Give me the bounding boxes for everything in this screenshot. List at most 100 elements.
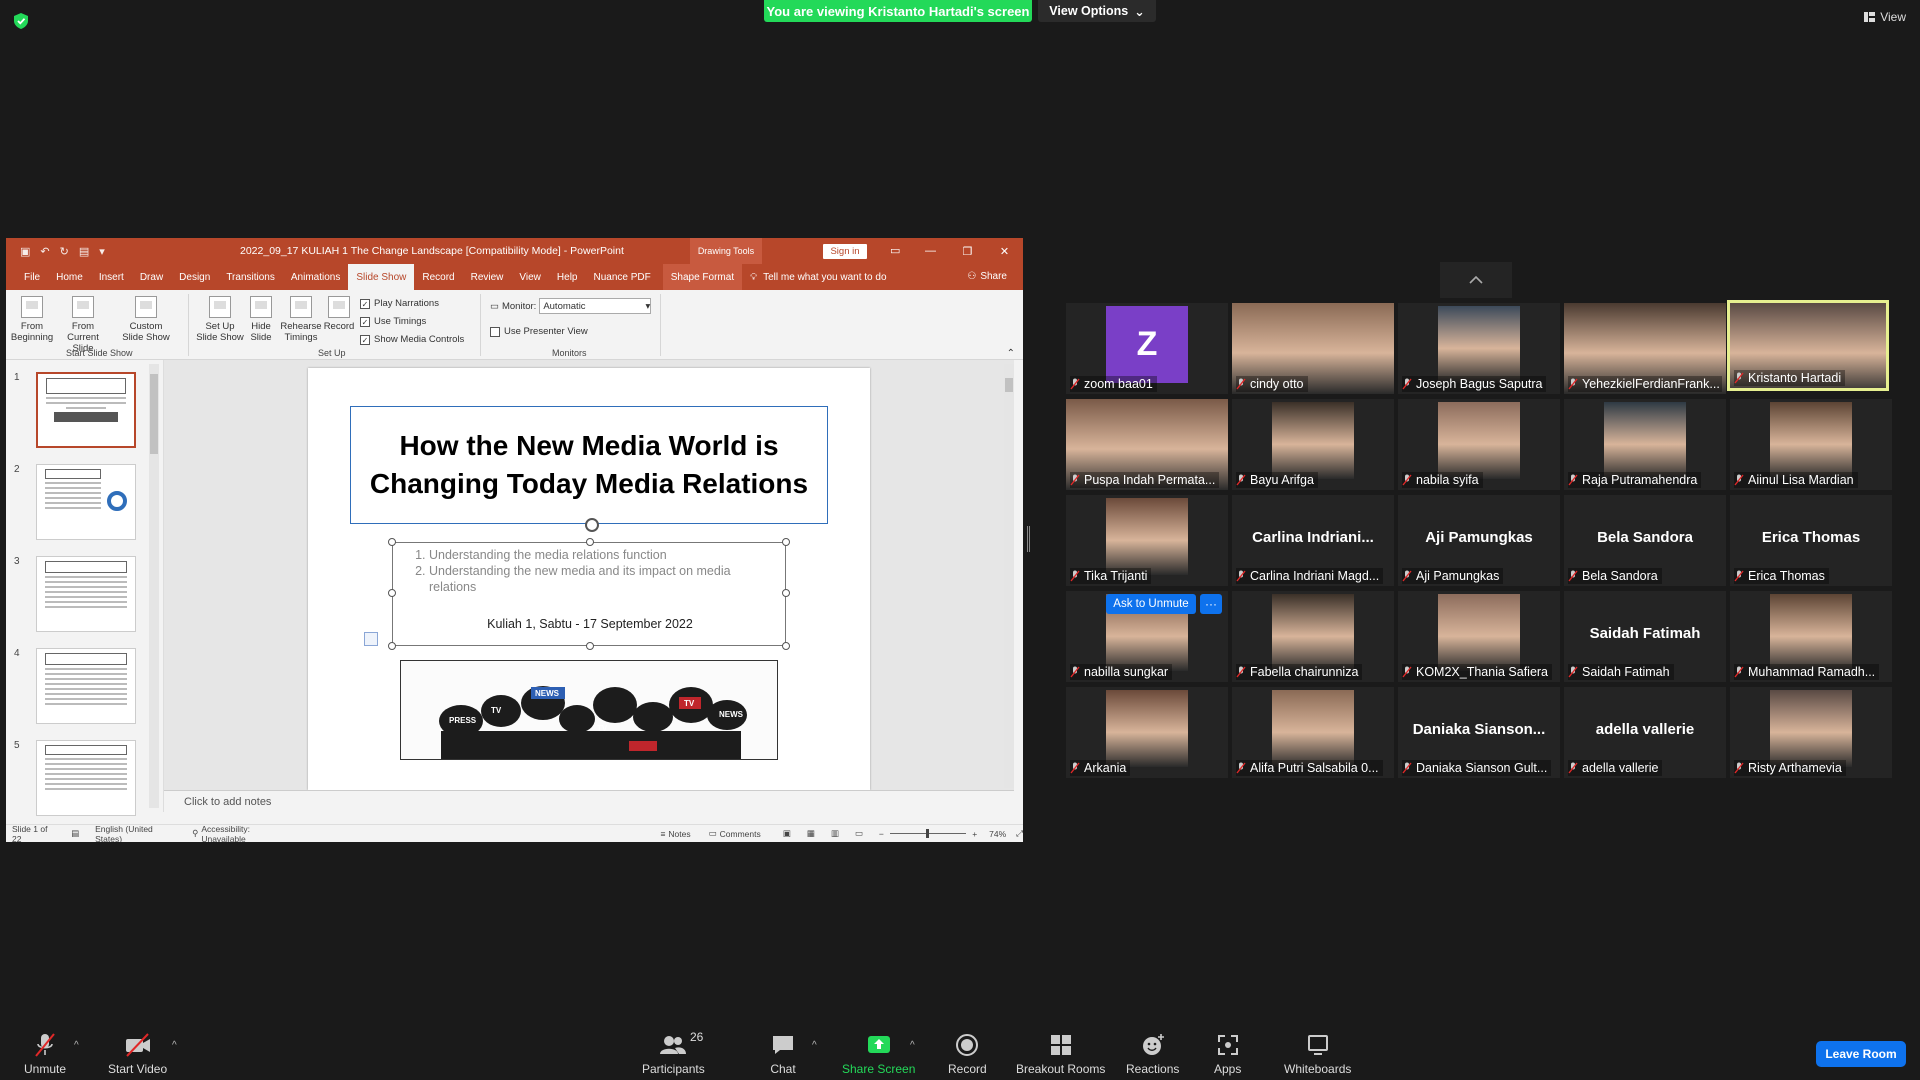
minimize-icon[interactable]: — <box>912 238 949 264</box>
participant-tile[interactable]: Carlina Indriani... Carlina Indriani Magd… <box>1232 495 1394 586</box>
unmute-button[interactable]: Unmute <box>24 1032 66 1076</box>
customize-qat-icon[interactable]: ▾ <box>99 245 105 258</box>
view-button[interactable]: View <box>1864 10 1906 24</box>
tab-animations[interactable]: Animations <box>283 264 348 290</box>
body-text-box[interactable]: Understanding the media relations functi… <box>388 538 790 650</box>
scrollbar-thumb[interactable] <box>150 374 158 454</box>
share-options-caret-icon[interactable]: ^ <box>910 1040 915 1051</box>
resize-handle[interactable] <box>782 589 790 597</box>
record-button[interactable]: Record <box>948 1032 987 1076</box>
reading-view-icon[interactable]: ▥ <box>831 828 839 839</box>
hide-slide-button[interactable]: Hide Slide <box>246 296 276 343</box>
resize-handle[interactable] <box>388 589 396 597</box>
show-media-controls-checkbox[interactable]: ✓ Show Media Controls <box>360 334 464 345</box>
reactions-button[interactable]: Reactions <box>1126 1032 1179 1076</box>
participant-tile[interactable]: Tika Trijanti <box>1066 495 1228 586</box>
restore-icon[interactable]: ❐ <box>949 238 986 264</box>
zoom-slider-thumb[interactable] <box>925 829 929 838</box>
close-icon[interactable]: ✕ <box>986 238 1023 264</box>
leave-room-button[interactable]: Leave Room <box>1816 1041 1906 1067</box>
view-options-button[interactable]: View Options ⌄ <box>1038 0 1156 22</box>
tab-help[interactable]: Help <box>549 264 586 290</box>
apps-button[interactable]: Apps <box>1214 1032 1241 1076</box>
hide-gallery-button[interactable] <box>1440 262 1512 298</box>
thumbnails-scrollbar[interactable] <box>149 364 159 808</box>
participant-tile[interactable]: YehezkielFerdianFrank... <box>1564 303 1726 394</box>
participants-button[interactable]: 26 Participants <box>642 1030 705 1076</box>
notes-pane[interactable]: Click to add notes <box>164 790 1014 814</box>
participant-tile[interactable]: Kristanto Hartadi <box>1727 300 1889 391</box>
set-up-slide-show-button[interactable]: Set Up Slide Show <box>196 296 244 343</box>
tab-nuance-pdf[interactable]: Nuance PDF <box>585 264 658 290</box>
participant-tile[interactable]: Bayu Arifga <box>1232 399 1394 490</box>
press-microphones-image[interactable]: PRESSTVNEWS TVTVNEWS NEWS TV <box>400 660 778 760</box>
tell-me-search[interactable]: 💡︎ Tell me what you want to do <box>750 272 886 283</box>
rehearse-timings-button[interactable]: Rehearse Timings <box>280 296 322 343</box>
split-view-divider[interactable] <box>1027 526 1030 552</box>
participant-tile[interactable]: Muhammad Ramadh... <box>1730 591 1892 682</box>
participant-tile[interactable]: Risty Arthamevia <box>1730 687 1892 778</box>
zoom-slider[interactable] <box>889 829 967 838</box>
security-shield-icon[interactable] <box>14 13 28 29</box>
more-options-button[interactable]: ··· <box>1200 594 1222 614</box>
tab-view[interactable]: View <box>511 264 549 290</box>
title-placeholder[interactable]: How the New Media World is Changing Toda… <box>350 406 828 524</box>
ribbon-display-icon[interactable]: ▭ <box>890 244 900 257</box>
resize-handle[interactable] <box>782 538 790 546</box>
tab-insert[interactable]: Insert <box>91 264 132 290</box>
from-beginning-button[interactable]: From Beginning <box>11 296 53 343</box>
tab-draw[interactable]: Draw <box>132 264 171 290</box>
participant-tile[interactable]: Raja Putramahendra <box>1564 399 1726 490</box>
start-video-button[interactable]: Start Video <box>108 1032 167 1076</box>
tab-review[interactable]: Review <box>463 264 512 290</box>
monitor-dropdown[interactable]: Automatic ▾ <box>539 298 652 314</box>
tab-design[interactable]: Design <box>171 264 218 290</box>
spelling-icon[interactable]: ▤ <box>71 828 79 839</box>
breakout-rooms-button[interactable]: Breakout Rooms <box>1016 1032 1105 1076</box>
participant-tile[interactable]: Arkania <box>1066 687 1228 778</box>
notes-toggle[interactable]: Notes <box>668 829 690 839</box>
save-icon[interactable]: ▣ <box>20 245 30 258</box>
participant-tile[interactable]: Puspa Indah Permata... <box>1066 399 1228 490</box>
participant-tile[interactable]: Saidah Fatimah Saidah Fatimah <box>1564 591 1726 682</box>
presenter-view-checkbox[interactable]: Use Presenter View <box>490 326 588 337</box>
participant-tile[interactable]: Fabella chairunniza <box>1232 591 1394 682</box>
sign-in-button[interactable]: Sign in <box>823 244 867 259</box>
share-button[interactable]: ⚇ Share <box>967 271 1007 282</box>
participant-tile[interactable]: Joseph Bagus Saputra <box>1398 303 1560 394</box>
resize-handle[interactable] <box>388 538 396 546</box>
whiteboards-button[interactable]: Whiteboards <box>1284 1032 1351 1076</box>
video-options-caret-icon[interactable]: ^ <box>172 1040 177 1051</box>
layout-options-icon[interactable] <box>364 632 378 646</box>
resize-handle[interactable] <box>782 642 790 650</box>
undo-icon[interactable]: ↶ <box>40 245 49 258</box>
participant-tile[interactable]: nabila syifa <box>1398 399 1560 490</box>
participant-tile[interactable]: Aji Pamungkas Aji Pamungkas <box>1398 495 1560 586</box>
language-status[interactable]: English (United States) <box>95 824 178 843</box>
slide-scrollbar[interactable] <box>1004 364 1014 788</box>
tab-shape-format[interactable]: Shape Format <box>662 264 743 290</box>
normal-view-icon[interactable]: ▣ <box>783 828 791 839</box>
comments-toggle[interactable]: Comments <box>720 829 761 839</box>
chat-button[interactable]: Chat <box>770 1032 796 1076</box>
tab-record[interactable]: Record <box>414 264 462 290</box>
tab-file[interactable]: File <box>16 264 48 290</box>
redo-icon[interactable]: ↻ <box>60 245 69 258</box>
custom-slide-show-button[interactable]: Custom Slide Show <box>118 296 174 343</box>
slide-sorter-icon[interactable]: ▦ <box>807 828 815 839</box>
tab-slide-show[interactable]: Slide Show <box>348 264 415 290</box>
collapse-ribbon-icon[interactable]: ⌃ <box>1007 348 1015 359</box>
participant-tile[interactable]: Aiinul Lisa Mardian <box>1730 399 1892 490</box>
monitor-select[interactable]: ▭ Monitor: Automatic ▾ <box>490 298 652 314</box>
resize-handle[interactable] <box>586 642 594 650</box>
accessibility-status[interactable]: Accessibility: Unavailable <box>201 824 292 843</box>
tab-home[interactable]: Home <box>48 264 91 290</box>
participant-tile[interactable]: Zzoom baa01 <box>1066 303 1228 394</box>
participant-tile[interactable]: Daniaka Sianson... Daniaka Sianson Gult..… <box>1398 687 1560 778</box>
resize-handle[interactable] <box>388 642 396 650</box>
chat-options-caret-icon[interactable]: ^ <box>812 1040 817 1051</box>
slide-1[interactable]: How the New Media World is Changing Toda… <box>308 368 870 790</box>
start-slideshow-icon[interactable]: ▤ <box>79 245 89 258</box>
share-screen-button[interactable]: Share Screen <box>842 1032 915 1076</box>
zoom-level[interactable]: 74% <box>989 829 1006 839</box>
